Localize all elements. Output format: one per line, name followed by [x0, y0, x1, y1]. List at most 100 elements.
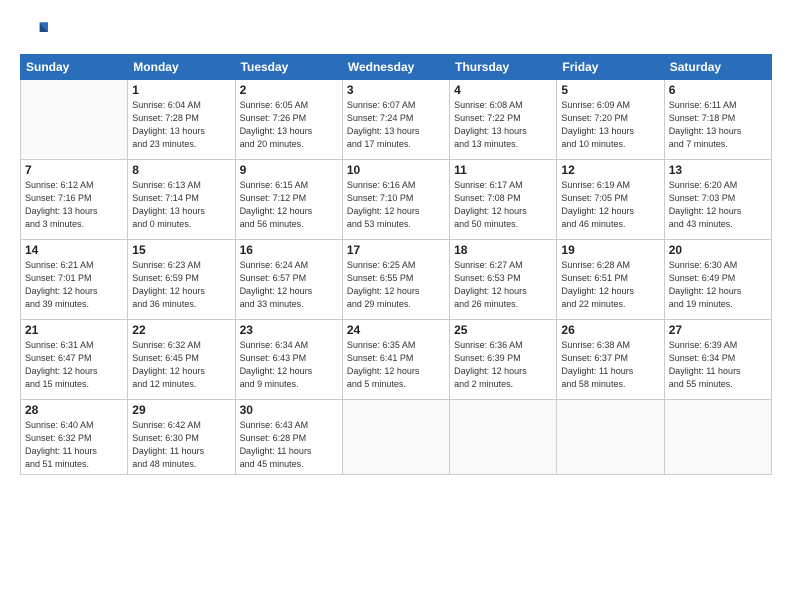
- calendar-cell: 21 Sunrise: 6:31 AM Sunset: 6:47 PM Dayli…: [21, 320, 128, 400]
- day-number: 7: [25, 163, 123, 177]
- calendar-cell: 7 Sunrise: 6:12 AM Sunset: 7:16 PM Daylig…: [21, 160, 128, 240]
- day-info: Sunrise: 6:15 AM Sunset: 7:12 PM Dayligh…: [240, 179, 338, 231]
- day-info: Sunrise: 6:39 AM Sunset: 6:34 PM Dayligh…: [669, 339, 767, 391]
- day-number: 4: [454, 83, 552, 97]
- day-number: 12: [561, 163, 659, 177]
- calendar-cell: 18Sunrise: 6:27 AM Sunset: 6:53 PM Dayli…: [450, 240, 557, 320]
- day-number: 6: [669, 83, 767, 97]
- header: [20, 18, 772, 46]
- day-info: Sunrise: 6:16 AM Sunset: 7:10 PM Dayligh…: [347, 179, 445, 231]
- logo: [20, 18, 52, 46]
- day-info: Sunrise: 6:36 AM Sunset: 6:39 PM Dayligh…: [454, 339, 552, 391]
- calendar-table: SundayMondayTuesdayWednesdayThursdayFrid…: [20, 54, 772, 475]
- calendar-cell: 6 Sunrise: 6:11 AM Sunset: 7:18 PM Daylig…: [664, 80, 771, 160]
- calendar-cell: 15 Sunrise: 6:23 AM Sunset: 6:59 PM Dayli…: [128, 240, 235, 320]
- day-number: 27: [669, 323, 767, 337]
- calendar-cell: 3 Sunrise: 6:07 AM Sunset: 7:24 PM Daylig…: [342, 80, 449, 160]
- calendar-cell: 23Sunrise: 6:34 AM Sunset: 6:43 PM Dayli…: [235, 320, 342, 400]
- calendar-cell: 30 Sunrise: 6:43 AM Sunset: 6:28 PM Dayli…: [235, 400, 342, 475]
- calendar-cell: 10 Sunrise: 6:16 AM Sunset: 7:10 PM Dayli…: [342, 160, 449, 240]
- day-number: 24: [347, 323, 445, 337]
- calendar-cell: 29 Sunrise: 6:42 AM Sunset: 6:30 PM Dayli…: [128, 400, 235, 475]
- day-info: Sunrise: 6:28 AM Sunset: 6:51 PM Dayligh…: [561, 259, 659, 311]
- day-number: 15: [132, 243, 230, 257]
- day-info: Sunrise: 6:30 AM Sunset: 6:49 PM Dayligh…: [669, 259, 767, 311]
- day-info: Sunrise: 6:42 AM Sunset: 6:30 PM Dayligh…: [132, 419, 230, 471]
- calendar-cell: 8 Sunrise: 6:13 AM Sunset: 7:14 PM Daylig…: [128, 160, 235, 240]
- calendar-cell: 9Sunrise: 6:15 AM Sunset: 7:12 PM Daylig…: [235, 160, 342, 240]
- calendar-cell: [450, 400, 557, 475]
- generalblue-icon: [20, 18, 48, 46]
- calendar-cell: 5 Sunrise: 6:09 AM Sunset: 7:20 PM Daylig…: [557, 80, 664, 160]
- day-info: Sunrise: 6:09 AM Sunset: 7:20 PM Dayligh…: [561, 99, 659, 151]
- day-info: Sunrise: 6:20 AM Sunset: 7:03 PM Dayligh…: [669, 179, 767, 231]
- day-number: 23: [240, 323, 338, 337]
- day-number: 14: [25, 243, 123, 257]
- calendar-cell: 20 Sunrise: 6:30 AM Sunset: 6:49 PM Dayli…: [664, 240, 771, 320]
- calendar-cell: 28 Sunrise: 6:40 AM Sunset: 6:32 PM Dayli…: [21, 400, 128, 475]
- calendar-cell: [21, 80, 128, 160]
- calendar-cell: 16 Sunrise: 6:24 AM Sunset: 6:57 PM Dayli…: [235, 240, 342, 320]
- day-number: 5: [561, 83, 659, 97]
- day-number: 13: [669, 163, 767, 177]
- day-info: Sunrise: 6:31 AM Sunset: 6:47 PM Dayligh…: [25, 339, 123, 391]
- day-info: Sunrise: 6:27 AM Sunset: 6:53 PM Dayligh…: [454, 259, 552, 311]
- page: SundayMondayTuesdayWednesdayThursdayFrid…: [0, 0, 792, 612]
- day-number: 17: [347, 243, 445, 257]
- day-info: Sunrise: 6:40 AM Sunset: 6:32 PM Dayligh…: [25, 419, 123, 471]
- day-number: 29: [132, 403, 230, 417]
- calendar-cell: 25 Sunrise: 6:36 AM Sunset: 6:39 PM Dayli…: [450, 320, 557, 400]
- day-info: Sunrise: 6:17 AM Sunset: 7:08 PM Dayligh…: [454, 179, 552, 231]
- calendar-cell: 27 Sunrise: 6:39 AM Sunset: 6:34 PM Dayli…: [664, 320, 771, 400]
- weekday-header-thursday: Thursday: [450, 55, 557, 80]
- calendar-cell: 24 Sunrise: 6:35 AM Sunset: 6:41 PM Dayli…: [342, 320, 449, 400]
- calendar-cell: 1 Sunrise: 6:04 AM Sunset: 7:28 PM Daylig…: [128, 80, 235, 160]
- calendar-cell: 14 Sunrise: 6:21 AM Sunset: 7:01 PM Dayli…: [21, 240, 128, 320]
- day-number: 30: [240, 403, 338, 417]
- week-row-4: 21 Sunrise: 6:31 AM Sunset: 6:47 PM Dayli…: [21, 320, 772, 400]
- day-number: 10: [347, 163, 445, 177]
- week-row-2: 7 Sunrise: 6:12 AM Sunset: 7:16 PM Daylig…: [21, 160, 772, 240]
- weekday-header-wednesday: Wednesday: [342, 55, 449, 80]
- day-number: 28: [25, 403, 123, 417]
- calendar-cell: 12 Sunrise: 6:19 AM Sunset: 7:05 PM Dayli…: [557, 160, 664, 240]
- weekday-header-saturday: Saturday: [664, 55, 771, 80]
- weekday-header-monday: Monday: [128, 55, 235, 80]
- day-info: Sunrise: 6:35 AM Sunset: 6:41 PM Dayligh…: [347, 339, 445, 391]
- day-number: 19: [561, 243, 659, 257]
- day-number: 20: [669, 243, 767, 257]
- weekday-header-friday: Friday: [557, 55, 664, 80]
- calendar-cell: 11 Sunrise: 6:17 AM Sunset: 7:08 PM Dayli…: [450, 160, 557, 240]
- day-info: Sunrise: 6:12 AM Sunset: 7:16 PM Dayligh…: [25, 179, 123, 231]
- day-number: 8: [132, 163, 230, 177]
- day-info: Sunrise: 6:32 AM Sunset: 6:45 PM Dayligh…: [132, 339, 230, 391]
- week-row-3: 14 Sunrise: 6:21 AM Sunset: 7:01 PM Dayli…: [21, 240, 772, 320]
- day-number: 3: [347, 83, 445, 97]
- day-number: 22: [132, 323, 230, 337]
- day-info: Sunrise: 6:11 AM Sunset: 7:18 PM Dayligh…: [669, 99, 767, 151]
- weekday-header-sunday: Sunday: [21, 55, 128, 80]
- calendar-cell: [342, 400, 449, 475]
- day-info: Sunrise: 6:07 AM Sunset: 7:24 PM Dayligh…: [347, 99, 445, 151]
- day-info: Sunrise: 6:04 AM Sunset: 7:28 PM Dayligh…: [132, 99, 230, 151]
- day-number: 26: [561, 323, 659, 337]
- day-number: 1: [132, 83, 230, 97]
- day-info: Sunrise: 6:38 AM Sunset: 6:37 PM Dayligh…: [561, 339, 659, 391]
- day-number: 25: [454, 323, 552, 337]
- calendar-cell: 13 Sunrise: 6:20 AM Sunset: 7:03 PM Dayli…: [664, 160, 771, 240]
- day-info: Sunrise: 6:23 AM Sunset: 6:59 PM Dayligh…: [132, 259, 230, 311]
- day-info: Sunrise: 6:19 AM Sunset: 7:05 PM Dayligh…: [561, 179, 659, 231]
- calendar-cell: [557, 400, 664, 475]
- day-number: 16: [240, 243, 338, 257]
- day-info: Sunrise: 6:24 AM Sunset: 6:57 PM Dayligh…: [240, 259, 338, 311]
- calendar-cell: [664, 400, 771, 475]
- calendar-cell: 26 Sunrise: 6:38 AM Sunset: 6:37 PM Dayli…: [557, 320, 664, 400]
- calendar-cell: 17Sunrise: 6:25 AM Sunset: 6:55 PM Dayli…: [342, 240, 449, 320]
- day-info: Sunrise: 6:21 AM Sunset: 7:01 PM Dayligh…: [25, 259, 123, 311]
- day-info: Sunrise: 6:13 AM Sunset: 7:14 PM Dayligh…: [132, 179, 230, 231]
- day-number: 11: [454, 163, 552, 177]
- calendar-cell: 22 Sunrise: 6:32 AM Sunset: 6:45 PM Dayli…: [128, 320, 235, 400]
- day-number: 21: [25, 323, 123, 337]
- day-number: 2: [240, 83, 338, 97]
- day-info: Sunrise: 6:43 AM Sunset: 6:28 PM Dayligh…: [240, 419, 338, 471]
